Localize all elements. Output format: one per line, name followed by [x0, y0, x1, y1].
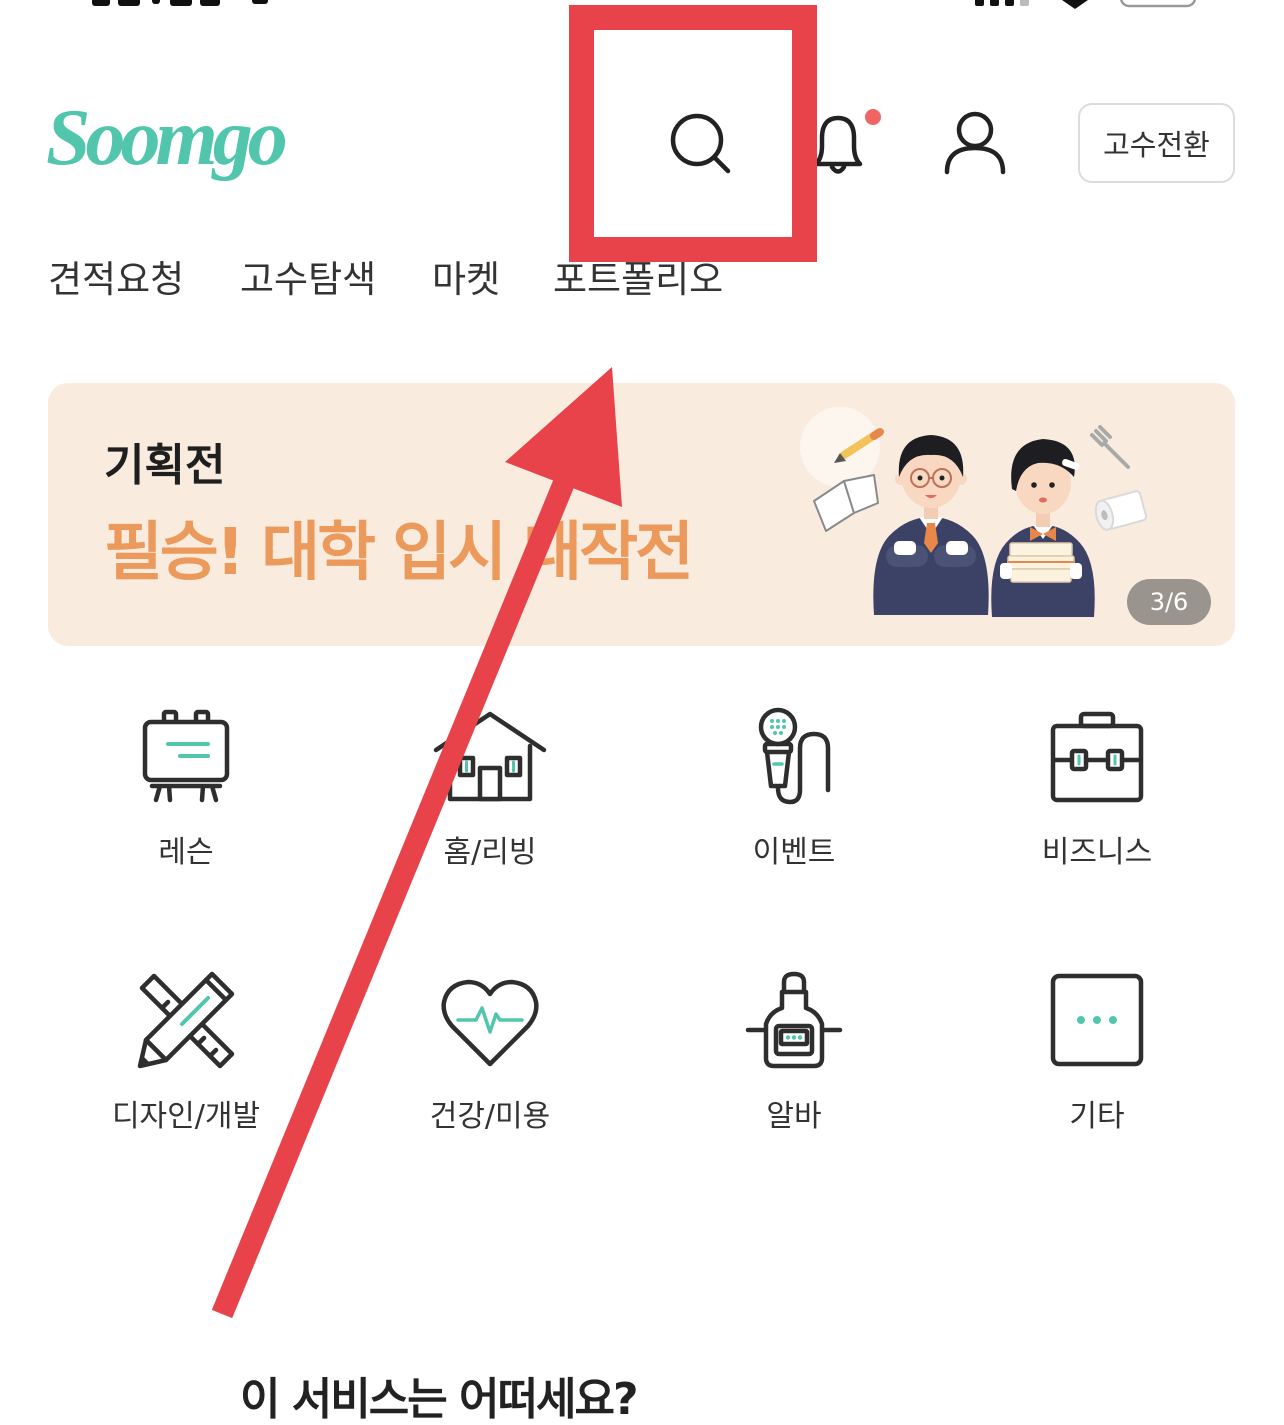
promo-banner[interactable]: 기획전 필승! 대학 입시 대작전 3/6 [48, 383, 1235, 646]
category-label: 디자인/개발 [111, 1099, 261, 1134]
banner-title: 필승! 대학 입시 대작전 [104, 516, 694, 590]
tab-quote-request[interactable]: 견적요청 [48, 258, 184, 302]
category-health-beauty[interactable]: 건강/미용 [338, 964, 642, 1144]
banner-illustration [800, 407, 1148, 617]
category-business[interactable]: 비즈니스 [945, 700, 1249, 880]
category-label: 홈/리빙 [443, 835, 537, 870]
user-icon [944, 111, 1006, 175]
category-part-time-job[interactable]: 알바 [642, 964, 946, 1144]
notification-button[interactable] [806, 106, 886, 178]
category-lesson[interactable]: 레슨 [34, 700, 338, 880]
pencil-ruler-icon [137, 971, 235, 1069]
easel-icon [142, 709, 230, 803]
annotation-highlight-box [569, 5, 817, 262]
toilet-paper-illustration [1094, 490, 1148, 531]
apron-icon [745, 971, 843, 1069]
category-label: 기타 [1069, 1099, 1125, 1134]
notification-dot [865, 109, 881, 125]
category-design-dev[interactable]: 디자인/개발 [34, 964, 338, 1144]
tab-find-pro[interactable]: 고수탐색 [240, 258, 376, 302]
bell-icon [813, 109, 881, 174]
tab-portfolio[interactable]: 포트폴리오 [553, 258, 723, 302]
microphone-icon [758, 707, 831, 805]
tab-market[interactable]: 마켓 [432, 258, 500, 302]
category-label: 알바 [766, 1099, 822, 1134]
house-icon [433, 711, 547, 802]
student-girl-illustration [991, 439, 1095, 617]
fork-illustration [1090, 425, 1130, 469]
switch-to-pro-button[interactable]: 고수전환 [1078, 103, 1235, 183]
soomgo-logo[interactable]: Soomgo [46, 98, 288, 178]
profile-button[interactable] [940, 108, 1010, 178]
category-event[interactable]: 이벤트 [642, 700, 946, 880]
banner-page-indicator: 3/6 [1127, 579, 1211, 625]
heart-pulse-icon [441, 979, 539, 1067]
category-label: 건강/미용 [429, 1099, 551, 1134]
student-boy-illustration [873, 435, 989, 615]
category-etc[interactable]: 기타 [945, 964, 1249, 1144]
category-home-living[interactable]: 홈/리빙 [338, 700, 642, 880]
more-icon [1050, 973, 1144, 1067]
briefcase-icon [1050, 711, 1144, 803]
banner-tag: 기획전 [104, 440, 226, 491]
category-label: 이벤트 [752, 835, 836, 870]
category-label: 레슨 [158, 835, 214, 870]
recommendation-section-title: 이 서비스는 어떠세요? [240, 1374, 638, 1425]
category-label: 비즈니스 [1041, 835, 1153, 870]
